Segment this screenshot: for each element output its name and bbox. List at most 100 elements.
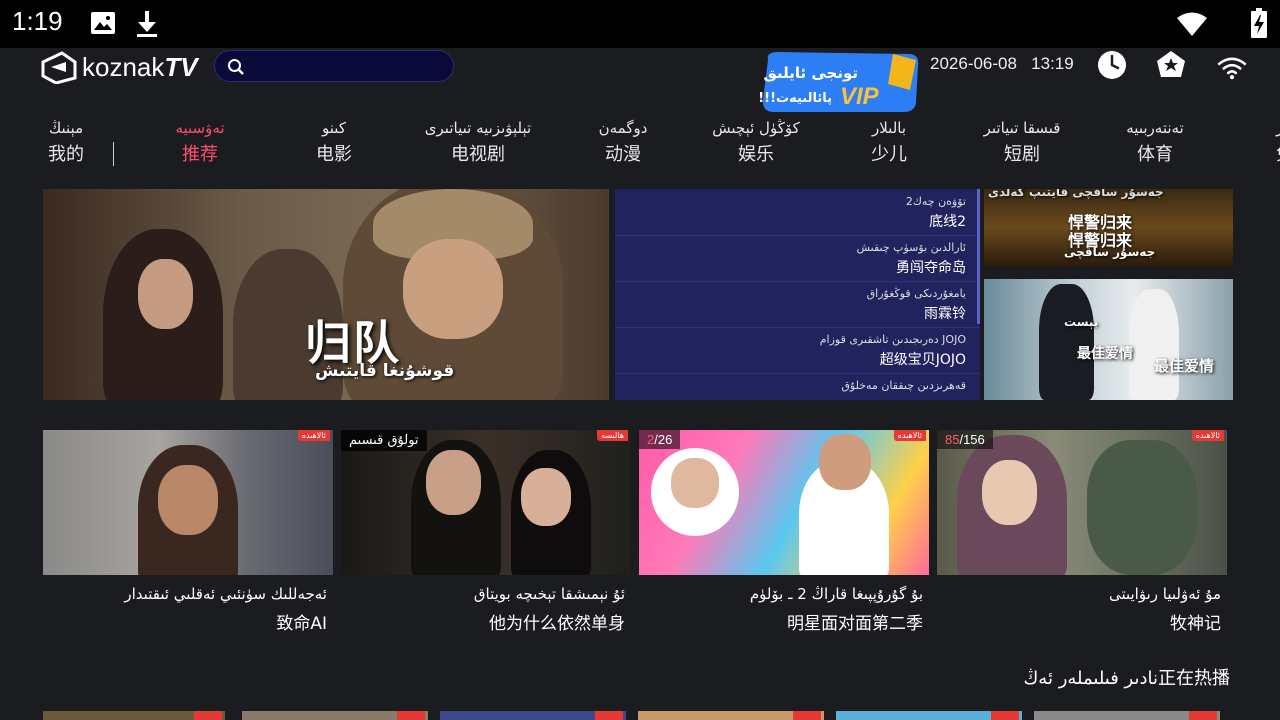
card-inset-face: [671, 458, 719, 508]
card-tag: [1189, 711, 1217, 720]
nav-item-entertainment[interactable]: كۆڭۈل ئېچىش 娱乐: [712, 116, 799, 170]
side-poster-2-zh: 最佳爱情: [1077, 346, 1133, 362]
clock-icon[interactable]: [1096, 49, 1128, 81]
download-icon: [137, 11, 157, 37]
hero-list-separator: [615, 373, 980, 374]
nav-item-kids[interactable]: بالىلار 少儿: [871, 116, 907, 170]
hero-list-item[interactable]: ئارالدىن بۆسۈپ چىقىش 勇闯夺命岛: [626, 239, 966, 279]
card-tag: ئالاھىدە: [893, 430, 926, 441]
card-thumbnail: 2/26 ئالاھىدە: [639, 430, 929, 575]
card-tag: [194, 711, 222, 720]
search-icon: [228, 59, 244, 75]
card-thumbnail: ئالاھىدە: [43, 430, 333, 575]
next-row-card[interactable]: [1034, 711, 1220, 720]
card-tag: [595, 711, 623, 720]
content-card[interactable]: ئالاھىدە ئەجەللىك سۈنئىي ئەقلىي ئىقتىدار…: [43, 430, 333, 639]
card-tag: [991, 711, 1019, 720]
card-figure-face: [158, 465, 218, 535]
next-row-card[interactable]: [638, 711, 824, 720]
card-title-zh: 致命AI: [276, 614, 327, 634]
hero-list-item[interactable]: دەرىجىدىن تاشقىرى قوزام JOJO 超级宝贝JOJO: [626, 331, 966, 371]
nav-item-anime[interactable]: دوگمەن 动漫: [599, 116, 648, 170]
nav-item-recommend[interactable]: تەۋسىيە 推荐: [175, 116, 224, 170]
card-figure-face: [982, 460, 1037, 525]
image-icon: [91, 12, 115, 34]
section-title-ug: نادىر فىلىملەر: [1058, 668, 1158, 689]
card-episode-counter: 85/156: [937, 430, 993, 449]
card-title-ug: بۇ گۇرۇپپىغا قاراڭ 2 ـ بۆلۈم: [749, 585, 923, 603]
side-poster-2-figure-woman: [1129, 289, 1179, 400]
section-title-zh: 正在热播: [1158, 668, 1230, 689]
card-title-zh: 他为什么依然单身: [489, 614, 625, 634]
hero-list-item[interactable]: قەھرىزدىن چىققان مەخلۇق: [626, 377, 966, 400]
status-bar: 1:19: [0, 0, 1280, 48]
card-badge: تولۇق قىسىم: [341, 430, 427, 451]
koznak-logo-icon: [41, 51, 77, 84]
card-tag: ھالىسە: [597, 430, 628, 441]
content-card[interactable]: تولۇق قىسىم ھالىسە ئۇ نېمىشقا تېخىچە بوي…: [341, 430, 631, 639]
nav-item-sports[interactable]: تەنتەربىيە 体育: [1126, 116, 1183, 170]
search-input[interactable]: [255, 55, 445, 77]
side-poster-2-ug: بېست: [1064, 315, 1099, 329]
card-figure-man-face: [426, 450, 481, 515]
hero-list-separator: [615, 281, 980, 282]
hero-list-item[interactable]: يامغۇردىكى قوڭغۇراق 雨霖铃: [626, 285, 966, 325]
search-bar[interactable]: [214, 50, 454, 82]
side-poster-2-figure-man: [1039, 284, 1094, 400]
status-time: 1:19: [12, 6, 63, 36]
section-title-prefix: ئەڭ: [1023, 668, 1053, 689]
header-time: 13:19: [1031, 54, 1074, 73]
card-figure-face: [819, 434, 871, 490]
nav-item-free[interactable]: سز 免: [1276, 116, 1280, 170]
card-creature: [1087, 440, 1197, 575]
hero-list-separator: [615, 235, 980, 236]
nav-item-tv-series[interactable]: تېلېۋىزىيە تىياتىرى 电视剧: [425, 116, 531, 170]
card-title-zh: 明星面对面第二季: [787, 614, 923, 634]
nav-item-movies[interactable]: كىنو 电影: [316, 116, 352, 170]
card-tag: [397, 711, 425, 720]
wifi-icon: [1177, 12, 1207, 36]
card-title-zh: 牧神记: [1170, 614, 1221, 634]
category-nav: مېنىڭ 我的 تەۋسىيە 推荐 كىنو 电影 تېلېۋىزىيە ت…: [0, 116, 1280, 172]
next-row-card[interactable]: [242, 711, 428, 720]
hero-list-scrollbar[interactable]: [977, 189, 980, 324]
card-title-ug: مۇ ئەۋلىيا رىۋايىتى: [1108, 585, 1221, 603]
side-poster-1-ug2: جەسۇر ساقچى: [1064, 245, 1156, 259]
wifi-status-icon: [1217, 57, 1247, 80]
vip-badge: VIP: [840, 83, 880, 110]
home-star-icon[interactable]: [1155, 49, 1187, 81]
vip-line2: !!!پائالىيەت: [758, 91, 832, 106]
card-episode-counter: 2/26: [639, 430, 681, 449]
header-date: 2026-06-08: [930, 54, 1017, 73]
hero-figure-main-face: [403, 239, 503, 339]
vip-banner[interactable]: تونجى ئايلىق !!!پائالىيەت VIP: [758, 50, 922, 114]
vip-banner-art: تونجى ئايلىق !!!پائالىيەت VIP: [758, 52, 919, 112]
hero-banner[interactable]: 归队 قوشۇنغا قايتىش: [43, 189, 609, 400]
hero-playlist: تۆۋەن چەك2 底线2 ئارالدىن بۆسۈپ چىقىش 勇闯夺命…: [615, 189, 980, 400]
logo-text: koznakTV: [82, 51, 198, 82]
next-row-card[interactable]: [440, 711, 626, 720]
nav-item-short-drama[interactable]: قىسقا تىياتىر 短剧: [984, 116, 1061, 170]
card-tag: ئالاھىدە: [297, 430, 330, 441]
nav-item-mine[interactable]: مېنىڭ 我的: [48, 116, 84, 170]
card-thumbnail: 85/156 ئالاھىدە: [937, 430, 1227, 575]
next-row-card[interactable]: [43, 711, 225, 720]
hero-list-separator: [615, 327, 980, 328]
next-row-card[interactable]: [836, 711, 1022, 720]
battery-icon: [1251, 8, 1267, 38]
app-logo[interactable]: koznakTV: [40, 50, 198, 84]
header-datetime: 2026-06-08 13:19: [930, 54, 1074, 74]
side-poster-2-zh2: 最佳爱情: [1154, 357, 1215, 375]
side-poster-2[interactable]: بېست 最佳爱情 最佳爱情: [984, 279, 1233, 400]
hero-list-item[interactable]: تۆۋەن چەك2 底线2: [626, 193, 966, 233]
card-figure-woman-face: [521, 468, 571, 526]
card-tag: [793, 711, 821, 720]
vip-line1: تونجى ئايلىق: [763, 64, 858, 82]
content-card[interactable]: 2/26 ئالاھىدە بۇ گۇرۇپپىغا قاراڭ 2 ـ بۆل…: [639, 430, 929, 639]
card-thumbnail: تولۇق قىسىم ھالىسە: [341, 430, 631, 575]
section-title: نادىر فىلىملەر ئەڭ 正在热播: [1023, 664, 1230, 690]
content-card[interactable]: 85/156 ئالاھىدە مۇ ئەۋلىيا رىۋايىتى 牧神记: [937, 430, 1227, 639]
nav-divider: [113, 142, 114, 166]
card-title-ug: ئۇ نېمىشقا تېخىچە بويتاق: [473, 585, 625, 603]
side-poster-1[interactable]: جەسۇر ساقچى قايتىپ كەلدى 悍警归来 悍警归来 جەسۇر…: [984, 189, 1233, 266]
